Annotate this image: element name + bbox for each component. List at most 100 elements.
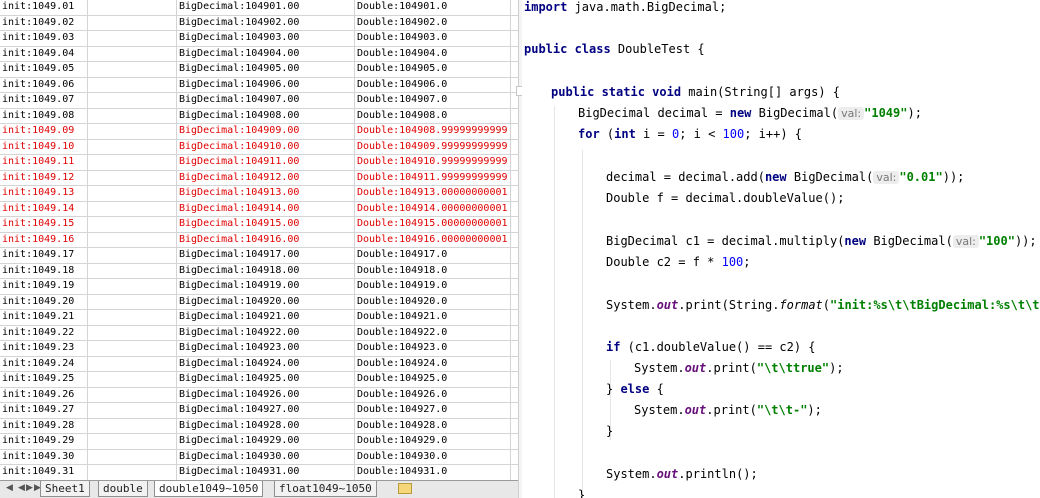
cell-empty[interactable] <box>511 357 518 372</box>
cell-empty[interactable] <box>88 93 177 108</box>
sheet-tab-double[interactable]: double <box>98 481 148 497</box>
cell-empty[interactable] <box>511 419 518 434</box>
cell-init[interactable]: init:1049.06 <box>0 77 88 92</box>
cell-init[interactable]: init:1049.13 <box>0 186 88 201</box>
cell-init[interactable]: init:1049.08 <box>0 108 88 123</box>
cell-bigdecimal[interactable]: BigDecimal:104921.00 <box>177 310 355 325</box>
cell-bigdecimal[interactable]: BigDecimal:104925.00 <box>177 372 355 387</box>
cell-empty[interactable] <box>88 217 177 232</box>
cell-double[interactable]: Double:104930.0 <box>355 449 511 464</box>
cell-double[interactable]: Double:104914.00000000001 <box>355 201 511 216</box>
cell-empty[interactable] <box>88 31 177 46</box>
cell-empty[interactable] <box>511 62 518 77</box>
cell-bigdecimal[interactable]: BigDecimal:104918.00 <box>177 263 355 278</box>
cell-init[interactable]: init:1049.14 <box>0 201 88 216</box>
cell-empty[interactable] <box>511 16 518 31</box>
cell-bigdecimal[interactable]: BigDecimal:104926.00 <box>177 387 355 402</box>
sheet-tab-float1049-1050[interactable]: float1049~1050 <box>274 481 377 497</box>
cell-init[interactable]: init:1049.19 <box>0 279 88 294</box>
cell-empty[interactable] <box>511 372 518 387</box>
cell-empty[interactable] <box>88 310 177 325</box>
cell-empty[interactable] <box>88 341 177 356</box>
cell-init[interactable]: init:1049.23 <box>0 341 88 356</box>
cell-init[interactable]: init:1049.03 <box>0 31 88 46</box>
cell-double[interactable]: Double:104919.0 <box>355 279 511 294</box>
cell-init[interactable]: init:1049.15 <box>0 217 88 232</box>
cell-double[interactable]: Double:104902.0 <box>355 15 511 30</box>
cell-bigdecimal[interactable]: BigDecimal:104911.00 <box>177 155 355 170</box>
cell-empty[interactable] <box>88 201 177 216</box>
cell-double[interactable]: Double:104920.0 <box>355 294 511 309</box>
cell-double[interactable]: Double:104924.0 <box>355 356 511 371</box>
cell-bigdecimal[interactable]: BigDecimal:104902.00 <box>177 15 355 30</box>
cell-empty[interactable] <box>88 62 177 77</box>
cell-init[interactable]: init:1049.20 <box>0 294 88 309</box>
cell-init[interactable]: init:1049.09 <box>0 124 88 139</box>
cell-empty[interactable] <box>88 449 177 464</box>
cell-init[interactable]: init:1049.18 <box>0 263 88 278</box>
cell-empty[interactable] <box>511 155 518 170</box>
cell-bigdecimal[interactable]: BigDecimal:104913.00 <box>177 186 355 201</box>
first-sheet-arrow-icon[interactable]: ◀ <box>6 483 13 493</box>
cell-bigdecimal[interactable]: BigDecimal:104927.00 <box>177 403 355 418</box>
cell-bigdecimal[interactable]: BigDecimal:104917.00 <box>177 248 355 263</box>
cell-empty[interactable] <box>88 15 177 30</box>
cell-empty[interactable] <box>511 264 518 279</box>
cell-bigdecimal[interactable]: BigDecimal:104908.00 <box>177 108 355 123</box>
cell-init[interactable]: init:1049.02 <box>0 15 88 30</box>
cell-double[interactable]: Double:104908.99999999999 <box>355 124 511 139</box>
cell-empty[interactable] <box>88 465 177 480</box>
cell-empty[interactable] <box>88 108 177 123</box>
cell-empty[interactable] <box>88 418 177 433</box>
cell-empty[interactable] <box>88 232 177 247</box>
cell-empty[interactable] <box>511 124 518 139</box>
cell-empty[interactable] <box>511 202 518 217</box>
cell-empty[interactable] <box>511 140 518 155</box>
cell-empty[interactable] <box>88 263 177 278</box>
cell-bigdecimal[interactable]: BigDecimal:104919.00 <box>177 279 355 294</box>
cell-empty[interactable] <box>88 139 177 154</box>
cell-empty[interactable] <box>88 186 177 201</box>
cell-empty[interactable] <box>511 217 518 232</box>
cell-double[interactable]: Double:104906.0 <box>355 77 511 92</box>
cell-double[interactable]: Double:104903.0 <box>355 31 511 46</box>
cell-empty[interactable] <box>511 295 518 310</box>
cell-init[interactable]: init:1049.29 <box>0 434 88 449</box>
cell-empty[interactable] <box>511 279 518 294</box>
cell-double[interactable]: Double:104909.99999999999 <box>355 139 511 154</box>
cell-empty[interactable] <box>88 387 177 402</box>
cell-empty[interactable] <box>88 403 177 418</box>
cell-init[interactable]: init:1049.11 <box>0 155 88 170</box>
cell-double[interactable]: Double:104904.0 <box>355 46 511 61</box>
cell-double[interactable]: Double:104921.0 <box>355 310 511 325</box>
cell-init[interactable]: init:1049.31 <box>0 465 88 480</box>
cell-bigdecimal[interactable]: BigDecimal:104924.00 <box>177 356 355 371</box>
cell-double[interactable]: Double:104901.0 <box>355 0 511 15</box>
cell-double[interactable]: Double:104925.0 <box>355 372 511 387</box>
cell-double[interactable]: Double:104911.99999999999 <box>355 170 511 185</box>
cell-bigdecimal[interactable]: BigDecimal:104905.00 <box>177 62 355 77</box>
cell-bigdecimal[interactable]: BigDecimal:104922.00 <box>177 325 355 340</box>
cell-double[interactable]: Double:104931.0 <box>355 465 511 480</box>
cell-empty[interactable] <box>511 326 518 341</box>
code-editor[interactable]: import java.math.BigDecimal; public clas… <box>522 0 1040 498</box>
cell-init[interactable]: init:1049.27 <box>0 403 88 418</box>
cell-bigdecimal[interactable]: BigDecimal:104906.00 <box>177 77 355 92</box>
cell-bigdecimal[interactable]: BigDecimal:104930.00 <box>177 449 355 464</box>
cell-empty[interactable] <box>88 356 177 371</box>
cell-empty[interactable] <box>88 248 177 263</box>
prev-sheet-arrow-icon[interactable]: ◀ <box>18 483 25 493</box>
cell-empty[interactable] <box>88 325 177 340</box>
cell-init[interactable]: init:1049.21 <box>0 310 88 325</box>
cell-double[interactable]: Double:104928.0 <box>355 418 511 433</box>
cell-empty[interactable] <box>88 294 177 309</box>
cell-init[interactable]: init:1049.12 <box>0 170 88 185</box>
cell-double[interactable]: Double:104915.00000000001 <box>355 217 511 232</box>
sheet-tab-double1049-1050[interactable]: double1049~1050 <box>154 481 264 497</box>
cell-bigdecimal[interactable]: BigDecimal:104907.00 <box>177 93 355 108</box>
cell-double[interactable]: Double:104926.0 <box>355 387 511 402</box>
cell-double[interactable]: Double:104917.0 <box>355 248 511 263</box>
cell-bigdecimal[interactable]: BigDecimal:104904.00 <box>177 46 355 61</box>
cell-double[interactable]: Double:104929.0 <box>355 434 511 449</box>
cell-bigdecimal[interactable]: BigDecimal:104909.00 <box>177 124 355 139</box>
